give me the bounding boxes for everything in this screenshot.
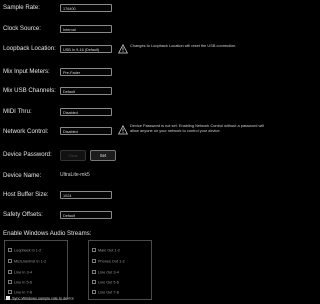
sync-sample-rate-option[interactable]: Sync Windows sample rate to device [6,296,74,301]
mix-usb-channels-label: Mix USB Channels: [3,87,56,94]
midi-thru-select[interactable]: Disabled [60,108,112,116]
checkbox-icon[interactable] [8,248,12,252]
network-control-select[interactable]: Disabled [60,127,112,135]
loopback-location-select[interactable]: USB In 9-16 (Default) [60,45,112,53]
sync-sample-rate-label: Sync Windows sample rate to device [12,296,75,301]
checkbox-icon[interactable] [92,259,96,263]
mix-input-meters-select[interactable]: Pre-Fader [60,68,112,76]
device-name-value: UltraLite-mk5 [60,172,90,178]
stream-output-item[interactable]: Line Out 5-6 [92,280,119,286]
checkbox-icon[interactable] [92,280,96,284]
output-streams-group: Main Out 1-2 Phones Out 1-2 Line Out 3-4… [88,240,152,300]
network-control-warning-text: Device Password is not set. Enabling Net… [130,123,264,133]
checkbox-icon[interactable] [92,248,96,252]
sample-rate-label: Sample Rate: [3,4,40,11]
clock-source-label: Clock Source: [3,25,41,32]
device-name-label: Device Name: [3,172,42,179]
device-password-label: Device Password: [3,151,52,158]
stream-input-item[interactable]: Line In 3-4 [8,270,32,276]
checkbox-icon[interactable] [92,270,96,274]
checkbox-icon[interactable] [8,280,12,284]
safety-offsets-select[interactable]: Default [60,211,112,219]
input-streams-group: Loopback In 1-2 Mic/Line/Inst In 1-2 Lin… [4,240,68,300]
warning-triangle-icon [118,44,128,54]
stream-output-item[interactable]: Phones Out 1-2 [92,259,125,265]
stream-input-item[interactable]: Line In 5-6 [8,280,32,286]
warning-triangle-icon [118,125,128,135]
host-buffer-size-select[interactable]: 1024 [60,191,112,199]
stream-input-item[interactable]: Loopback In 1-2 [8,248,41,254]
checkbox-checked-icon[interactable] [6,296,10,300]
checkbox-icon[interactable] [8,290,12,294]
host-buffer-size-label: Host Buffer Size: [3,191,49,198]
network-control-label: Network Control: [3,128,49,135]
checkbox-icon[interactable] [8,259,12,263]
sample-rate-select[interactable]: 176400 [60,4,112,12]
mix-usb-channels-select[interactable]: Default [60,87,112,95]
stream-output-item[interactable]: Line Out 3-4 [92,270,119,276]
clear-password-button[interactable]: Clear [60,150,86,161]
stream-input-item[interactable]: Line In 7-8 [8,290,32,296]
checkbox-icon[interactable] [8,270,12,274]
loopback-warning-text: Changes to Loopback Location will reset … [130,43,237,48]
streams-label: Enable Windows Audio Streams: [3,230,92,237]
clock-source-select[interactable]: Internal [60,25,112,33]
safety-offsets-label: Safety Offsets: [3,211,43,218]
set-password-button[interactable]: Set [90,150,116,161]
mix-input-meters-label: Mix Input Meters: [3,68,50,75]
stream-output-item[interactable]: Main Out 1-2 [92,248,120,254]
stream-input-item[interactable]: Mic/Line/Inst In 1-2 [8,259,46,265]
loopback-location-label: Loopback Location: [3,45,56,52]
stream-output-item[interactable]: Line Out 7-8 [92,290,119,296]
midi-thru-label: MIDI Thru: [3,108,32,115]
checkbox-icon[interactable] [92,290,96,294]
